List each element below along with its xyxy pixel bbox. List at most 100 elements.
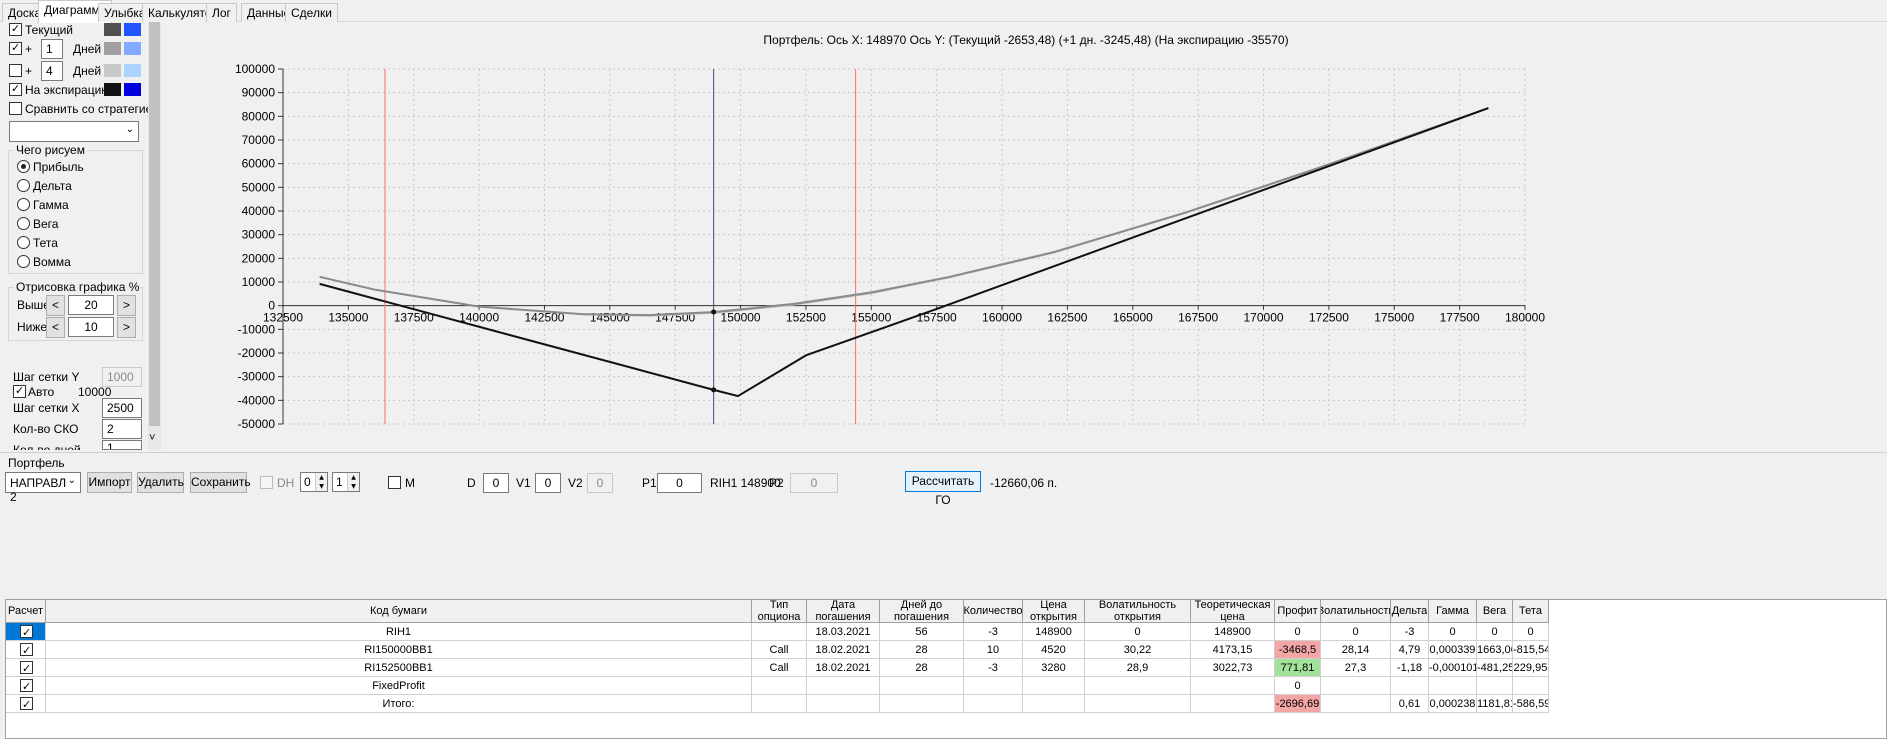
p1-input[interactable]: 0 [657, 473, 702, 493]
column-header[interactable]: Тип опциона [752, 600, 807, 623]
table-cell[interactable] [1023, 677, 1085, 695]
left-panel-scrollbar[interactable]: ˅ [148, 22, 161, 450]
days2-input[interactable]: 4 [41, 61, 63, 81]
table-cell[interactable] [880, 677, 964, 695]
column-header[interactable]: Тета [1513, 600, 1549, 623]
table-cell[interactable] [1191, 677, 1275, 695]
table-cell[interactable]: RIH1 [46, 623, 752, 641]
column-header[interactable]: Волатильность открытия [1085, 600, 1191, 623]
calc-checkbox[interactable] [20, 678, 33, 694]
plus4-checkbox[interactable] [9, 64, 22, 77]
table-cell[interactable] [1477, 677, 1513, 695]
table-cell[interactable]: 27,3 [1321, 659, 1391, 677]
table-cell[interactable] [964, 695, 1023, 713]
table-cell[interactable]: -0,000101 [1429, 659, 1477, 677]
expiry-alt-color-swatch[interactable] [124, 83, 141, 96]
tab-deals[interactable]: Сделки [285, 3, 338, 22]
grid-x-input[interactable]: 2500 [102, 398, 142, 418]
table-cell[interactable]: -1,18 [1391, 659, 1429, 677]
v1-input[interactable]: 0 [535, 473, 561, 493]
radio-theta[interactable] [17, 236, 30, 249]
current-color-swatch[interactable] [104, 23, 121, 36]
table-cell[interactable]: -2696,69 [1275, 695, 1321, 713]
table-cell[interactable]: RI150000BB1 [46, 641, 752, 659]
spin-up-icon[interactable]: ▲ [315, 473, 327, 482]
p2-input[interactable]: 0 [790, 473, 838, 493]
table-cell[interactable]: 0 [1513, 623, 1549, 641]
table-cell[interactable]: 1663,06 [1477, 641, 1513, 659]
column-header[interactable]: Расчет [6, 600, 46, 623]
radio-gamma[interactable] [17, 198, 30, 211]
scrollbar-thumb[interactable] [149, 22, 160, 426]
table-cell[interactable]: -3 [964, 623, 1023, 641]
calc-checkbox-cell[interactable] [6, 695, 46, 713]
calc-checkbox-cell[interactable] [6, 677, 46, 695]
table-cell[interactable]: -3 [964, 659, 1023, 677]
table-cell[interactable] [1023, 695, 1085, 713]
table-cell[interactable]: 28 [880, 659, 964, 677]
table-cell[interactable] [964, 677, 1023, 695]
column-header[interactable]: Дней до погашения [880, 600, 964, 623]
table-cell[interactable]: 0,000238 [1429, 695, 1477, 713]
table-cell[interactable]: 0 [1429, 623, 1477, 641]
current-checkbox[interactable] [9, 22, 22, 36]
column-header[interactable]: Код бумаги [46, 600, 752, 623]
table-cell[interactable]: 0,61 [1391, 695, 1429, 713]
radio-vomma[interactable] [17, 255, 30, 268]
table-cell[interactable] [807, 695, 880, 713]
column-header[interactable]: Количество [964, 600, 1023, 623]
tab-log[interactable]: Лог [206, 3, 237, 22]
m-checkbox[interactable] [388, 476, 401, 489]
expiry-checkbox[interactable] [9, 82, 22, 96]
table-cell[interactable]: 1181,81 [1477, 695, 1513, 713]
table-cell[interactable]: 10 [964, 641, 1023, 659]
scroll-down-arrow-icon[interactable]: ˅ [149, 432, 155, 444]
table-cell[interactable]: Итого: [46, 695, 752, 713]
portfolio-select[interactable]: НАПРАВЛ 2 ⌄ [5, 472, 81, 504]
save-button[interactable]: Сохранить [190, 472, 251, 493]
sko-input[interactable]: 2 [102, 419, 142, 439]
table-cell[interactable]: -586,59 [1513, 695, 1549, 713]
column-header[interactable]: Цена открытия [1023, 600, 1085, 623]
column-header[interactable]: Волатильность [1321, 600, 1391, 623]
d-input[interactable]: 0 [483, 473, 509, 493]
below-increase-button[interactable]: > [117, 317, 136, 338]
table-cell[interactable]: FixedProfit [46, 677, 752, 695]
days1-input[interactable]: 1 [41, 39, 63, 59]
calc-checkbox-cell[interactable] [6, 659, 46, 677]
radio-profit[interactable] [17, 160, 30, 173]
above-decrease-button[interactable]: < [46, 295, 65, 316]
grid-y-input[interactable]: 1000 [102, 367, 142, 387]
import-button[interactable]: Импорт [87, 472, 132, 493]
table-cell[interactable]: RI152500BB1 [46, 659, 752, 677]
table-cell[interactable]: 56 [880, 623, 964, 641]
expiry-color-swatch[interactable] [104, 83, 121, 96]
table-cell[interactable] [1391, 677, 1429, 695]
spin-down-icon[interactable]: ▼ [315, 482, 327, 491]
table-cell[interactable]: -815,54 [1513, 641, 1549, 659]
table-cell[interactable] [880, 695, 964, 713]
compare-checkbox[interactable] [9, 102, 22, 115]
compare-strategy-select[interactable]: ⌄ [9, 121, 139, 142]
table-cell[interactable]: 771,81 [1275, 659, 1321, 677]
table-cell[interactable] [1085, 695, 1191, 713]
spin-up-icon[interactable]: ▲ [347, 473, 359, 482]
table-cell[interactable]: 4173,15 [1191, 641, 1275, 659]
table-cell[interactable] [1513, 677, 1549, 695]
table-cell[interactable] [1191, 695, 1275, 713]
spin-down-icon[interactable]: ▼ [347, 482, 359, 491]
table-cell[interactable] [752, 623, 807, 641]
table-cell[interactable] [1321, 677, 1391, 695]
v2-input[interactable]: 0 [587, 473, 613, 493]
table-cell[interactable]: 229,95 [1513, 659, 1549, 677]
calculate-go-button[interactable]: Рассчитать ГО [905, 471, 981, 507]
calc-checkbox-cell[interactable] [6, 641, 46, 659]
table-cell[interactable]: Call [752, 641, 807, 659]
table-cell[interactable]: 28 [880, 641, 964, 659]
plus4-color-swatch[interactable] [104, 64, 121, 77]
table-cell[interactable] [752, 695, 807, 713]
plus1-color-swatch[interactable] [104, 42, 121, 55]
dh-checkbox[interactable] [260, 476, 273, 489]
current-alt-color-swatch[interactable] [124, 23, 141, 36]
plus1-checkbox[interactable] [9, 41, 22, 55]
